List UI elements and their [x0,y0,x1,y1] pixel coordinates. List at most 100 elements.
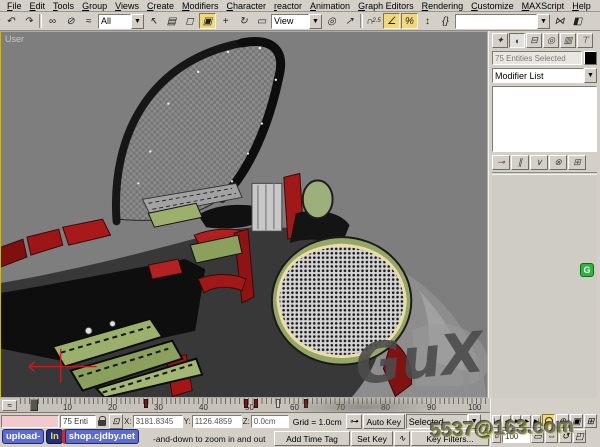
keyframe-marker-hollow[interactable] [276,399,280,408]
key-filters-button[interactable]: Key Filters... [411,431,489,446]
menu-item-create[interactable]: Create [143,1,178,11]
modifier-stack-list[interactable] [492,86,597,152]
bind-to-spacewarp-button[interactable]: ≈ [80,13,97,29]
play-button[interactable]: ▶ [512,415,521,428]
set-key-button[interactable]: Set Key [351,431,393,446]
menu-item-customize[interactable]: Customize [467,1,518,11]
spinner-snap-toggle[interactable]: ↕ [419,13,436,29]
grid-setting-label: Grid = 1.0cm [290,417,345,427]
tab-utilities[interactable]: ⊤ [577,33,593,48]
maxscript-mini-listener[interactable] [1,415,59,428]
menu-item-group[interactable]: Group [78,1,111,11]
tab-modify[interactable]: ◖ [509,33,525,48]
min-max-toggle-button[interactable]: ◰ [573,429,586,443]
track-bar[interactable]: ≈ 10 20 30 40 50 60 70 80 90 100 [0,398,490,413]
menu-item-reactor[interactable]: reactor [270,1,306,11]
select-and-link-button[interactable]: ∞ [44,13,61,29]
reference-coordinate-dropdown[interactable]: View ▼ [271,14,322,29]
frame-number: 80 [381,403,390,412]
align-button[interactable]: ◧ [569,13,586,29]
select-by-name-button[interactable]: ▤ [163,13,180,29]
keyframe-marker[interactable] [144,399,148,408]
keyframe-marker[interactable] [304,399,308,408]
menu-item-modifiers[interactable]: Modifiers [178,1,223,11]
time-slider-handle[interactable] [30,399,38,411]
selection-region-button[interactable]: ◻ [181,13,198,29]
menu-item-help[interactable]: Help [568,1,595,11]
window-crossing-toggle[interactable]: ▣ [199,13,216,29]
selection-set-dropdown[interactable]: Selected ▼ [406,414,481,429]
absolute-offset-toggle[interactable]: ⊡ [109,414,123,429]
show-end-result-button[interactable]: ∥ [511,155,529,170]
selection-lock-icon[interactable] [97,415,108,428]
configure-modifier-sets-button[interactable]: ⊞ [568,155,586,170]
display-tab-icon: ▥ [564,35,573,46]
y-coordinate-field[interactable]: 1126.4859 [192,415,242,428]
viewport-user[interactable]: User [0,31,488,398]
tab-motion[interactable]: ◎ [543,33,559,48]
x-coordinate-field[interactable]: 3181.8345 [133,415,183,428]
menu-item-tools[interactable]: Tools [49,1,78,11]
menu-item-rendering[interactable]: Rendering [418,1,468,11]
key-mode-button[interactable]: ⊙ [492,430,501,443]
keyframe-marker[interactable] [254,399,258,408]
zoom-extents-all-button[interactable]: ⊞ [584,414,597,428]
mini-curve-editor-button[interactable]: ≈ [2,400,17,411]
mirror-button[interactable]: ⋈ [551,13,568,29]
selection-name-field[interactable]: 75 Entities Selected [492,51,582,65]
goto-end-button[interactable]: ▶| [532,415,541,428]
zoom-extents-button[interactable]: ▣ [570,414,583,428]
region-zoom-button[interactable]: ▭ [531,429,544,443]
select-and-scale-button[interactable]: ▭ [253,13,270,29]
menu-item-graph-editors[interactable]: Graph Editors [354,1,418,11]
previous-frame-button[interactable]: ◀ [502,415,511,428]
arc-rotate-button[interactable]: ↺ [559,429,572,443]
object-color-swatch[interactable] [584,51,597,65]
snap-toggle-button[interactable]: ∩2.5 [365,13,382,29]
select-and-rotate-button[interactable]: ↻ [235,13,252,29]
notification-icon[interactable]: G [580,263,594,277]
select-and-move-button[interactable]: + [217,13,234,29]
zoom-all-button[interactable]: ⊕ [556,414,569,428]
menu-item-file[interactable]: File [3,1,26,11]
remove-modifier-button[interactable]: ⊗ [549,155,567,170]
auto-key-button[interactable]: Auto Key [363,414,405,429]
menu-item-maxscript[interactable]: MAXScript [518,1,569,11]
goto-start-button[interactable]: |◀ [492,415,501,428]
undo-button[interactable]: ↶ [2,13,19,29]
scene-3d[interactable]: GuX [1,32,487,397]
viewport-label[interactable]: User [5,34,24,44]
menu-item-views[interactable]: Views [111,1,143,11]
named-selection-sets-dropdown[interactable]: ▼ [455,14,550,29]
tab-hierarchy[interactable]: ⊟ [526,33,542,48]
key-mode-toggle[interactable]: ∿ [394,431,410,446]
redo-button[interactable]: ↷ [20,13,37,29]
menu-item-animation[interactable]: Animation [306,1,354,11]
selection-filter-dropdown[interactable]: All ▼ [98,14,144,29]
use-center-button[interactable]: ◎ [323,13,340,29]
menu-item-edit[interactable]: Edit [26,1,50,11]
percent-snap-toggle[interactable]: % [401,13,418,29]
next-frame-button[interactable]: ▶ [522,415,531,428]
make-unique-button[interactable]: ∨ [530,155,548,170]
set-keys-button[interactable]: ⊶ [346,414,362,429]
current-frame-field[interactable]: 100 [502,430,530,443]
modifier-list-dropdown[interactable]: Modifier List ▼ [492,68,597,83]
keyframe-marker[interactable] [244,399,248,408]
pin-stack-button[interactable]: ⊸ [492,155,510,170]
select-manipulate-button[interactable]: ↗ [341,13,358,29]
add-time-tag-button[interactable]: Add Time Tag [274,431,350,446]
menu-item-character[interactable]: Character [222,1,270,11]
angle-snap-toggle[interactable]: ∠ [383,13,400,29]
keyboard-override-toggle[interactable]: {} [437,13,454,29]
playback-nav-cluster: |◀ ◀ ▶ ▶ ▶| ⊕ ▣ ⊞ ⊙ 100 ▭ ⇔ ↺ ◰ [490,398,600,447]
unlink-selection-button[interactable]: ⊘ [62,13,79,29]
frame-number: 10 [63,403,72,412]
configure-sets-icon: ⊞ [573,157,581,168]
zoom-button[interactable] [542,414,555,428]
pan-button[interactable]: ⇔ [545,429,558,443]
select-object-button[interactable]: ↖ [145,13,162,29]
z-coordinate-field[interactable]: 0.0cm [251,415,289,428]
tab-create[interactable]: ✦ [492,33,508,48]
tab-display[interactable]: ▥ [560,33,576,48]
